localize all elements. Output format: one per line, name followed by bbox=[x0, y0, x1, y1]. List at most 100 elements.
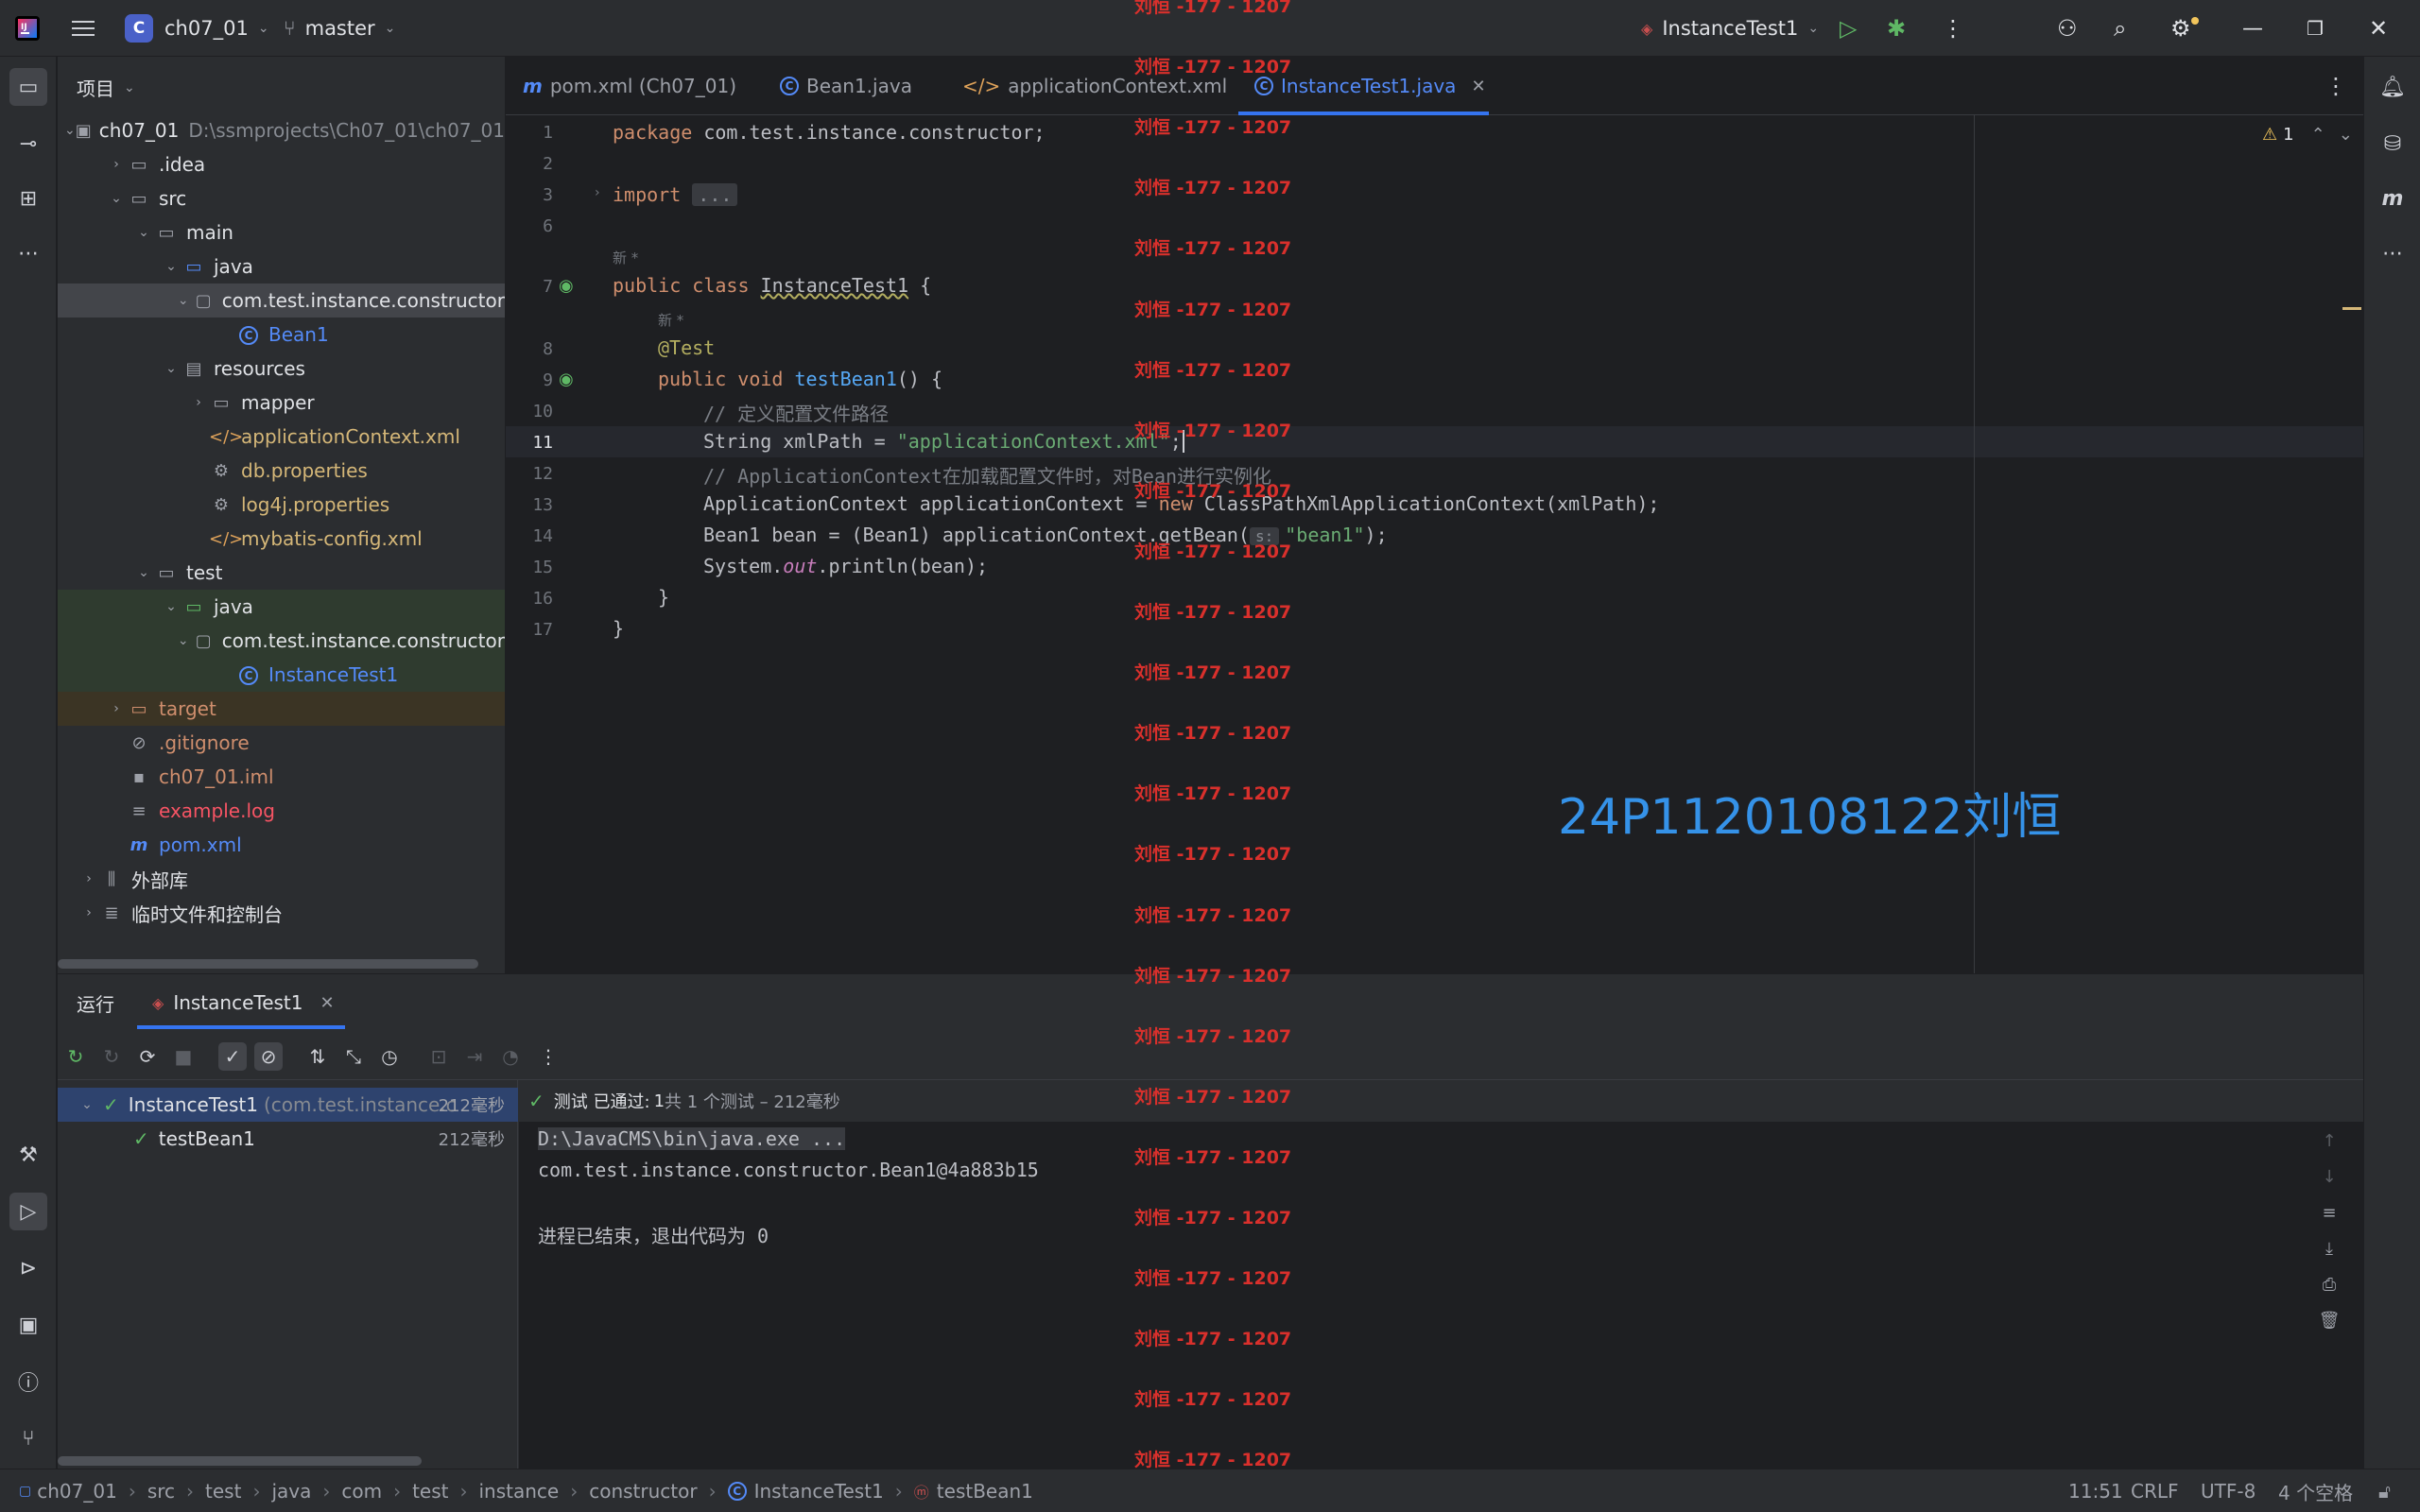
tree-item[interactable]: › ▭ .idea bbox=[58, 147, 505, 181]
soft-wrap-icon[interactable]: ≡ bbox=[2315, 1203, 2343, 1223]
coverage-button[interactable]: ◔ bbox=[496, 1042, 525, 1071]
tree-item[interactable]: ⊘ .gitignore bbox=[58, 726, 505, 760]
horizontal-scrollbar[interactable] bbox=[58, 959, 478, 969]
code-line-1[interactable]: package com.test.instance.constructor; bbox=[613, 121, 1046, 144]
print-icon[interactable]: ⎙ bbox=[2315, 1275, 2343, 1295]
tree-item[interactable]: › ▭ mapper bbox=[58, 386, 505, 420]
show-ignored-toggle[interactable]: ⊘ bbox=[254, 1042, 283, 1071]
code-line-7[interactable]: public class InstanceTest1 { bbox=[613, 274, 931, 297]
test-row-child[interactable]: ✓ testBean1 212毫秒 bbox=[58, 1122, 518, 1156]
stop-button[interactable]: ■ bbox=[169, 1042, 198, 1071]
breadcrumb-item[interactable]: constructor bbox=[589, 1480, 697, 1503]
chevron-down-icon[interactable]: ⌄ bbox=[133, 565, 154, 580]
chevron-right-icon[interactable]: › bbox=[78, 871, 99, 886]
close-tab-icon[interactable]: ✕ bbox=[320, 993, 335, 1013]
tree-item[interactable]: ⌄ ▭ java bbox=[58, 590, 505, 624]
chevron-down-icon[interactable]: ⌄ bbox=[174, 633, 193, 648]
maven-icon[interactable]: m bbox=[2374, 180, 2411, 217]
debug-button[interactable]: ✱ bbox=[1887, 0, 1906, 57]
tree-item[interactable]: ⌄ ▢ com.test.instance.constructor bbox=[58, 284, 505, 318]
scroll-down-icon[interactable]: ↓ bbox=[2315, 1167, 2343, 1187]
breadcrumb-item[interactable]: com bbox=[341, 1480, 382, 1503]
run-test-gutter-icon[interactable]: ◉ bbox=[559, 369, 579, 390]
code-line-3[interactable]: import ... bbox=[613, 183, 738, 206]
inspection-widget[interactable]: ⚠ 1 ⌃ ⌄ bbox=[2262, 125, 2353, 145]
trash-icon[interactable]: 🗑︎ bbox=[2315, 1311, 2343, 1331]
indent-setting[interactable]: 4 个空格 bbox=[2278, 1469, 2353, 1512]
tree-item[interactable]: ≡ example.log bbox=[58, 794, 505, 828]
breadcrumb-item[interactable]: instance bbox=[478, 1480, 559, 1503]
restore-button[interactable]: ❐ bbox=[2307, 0, 2324, 57]
code-line-10[interactable]: // 定义配置文件路径 bbox=[703, 399, 889, 426]
chevron-down-icon[interactable]: ⌄ bbox=[174, 293, 193, 308]
commit-tool-icon[interactable]: ⊸ bbox=[9, 125, 47, 163]
git-tool-icon[interactable]: ⑂ bbox=[9, 1419, 47, 1457]
code-line-17[interactable]: } bbox=[613, 617, 624, 640]
tree-item[interactable]: ⌄ ▭ test bbox=[58, 556, 505, 590]
more-tools-icon[interactable]: ⋯ bbox=[9, 234, 47, 272]
tab-bean1-java[interactable]: C Bean1.java bbox=[780, 57, 912, 115]
tree-item[interactable]: C Bean1 bbox=[58, 318, 505, 352]
project-panel-header[interactable]: 项目 ⌄ bbox=[77, 74, 135, 101]
tree-item[interactable]: </> applicationContext.xml bbox=[58, 420, 505, 454]
fold-expand-icon[interactable]: › bbox=[595, 185, 600, 200]
breadcrumb-item[interactable]: java bbox=[271, 1480, 311, 1503]
chevron-down-icon[interactable]: ⌄ bbox=[161, 259, 182, 274]
history-button[interactable]: ◷ bbox=[375, 1042, 404, 1071]
caret-position[interactable]: 11:51 bbox=[2068, 1469, 2123, 1512]
tree-item[interactable]: › ▭ target bbox=[58, 692, 505, 726]
collapse-button[interactable]: ⤡ bbox=[339, 1042, 368, 1071]
chevron-right-icon[interactable]: › bbox=[106, 157, 127, 172]
console-line[interactable]: D:\JavaCMS\bin\java.exe ... bbox=[538, 1127, 846, 1150]
close-tab-icon[interactable]: ✕ bbox=[1471, 77, 1485, 96]
more-actions-button[interactable]: ⋮ bbox=[1942, 0, 1964, 57]
tree-item[interactable]: ⌄ ▣ ch07_01 D:\ssmprojects\Ch07_01\ch07_01 bbox=[58, 113, 505, 147]
scroll-up-icon[interactable]: ↑ bbox=[2315, 1131, 2343, 1151]
chevron-right-icon[interactable]: › bbox=[78, 905, 99, 920]
rerun-failed-button[interactable]: ↻ bbox=[97, 1042, 126, 1071]
search-button[interactable]: ⌕ bbox=[2114, 0, 2126, 57]
project-selector[interactable]: C ch07_01 ⌄ bbox=[125, 0, 269, 57]
toggle-auto-test-button[interactable]: ⟳ bbox=[133, 1042, 162, 1071]
test-row-root[interactable]: ⌄ ✓ InstanceTest1 (com.test.instance.c 2… bbox=[58, 1088, 518, 1122]
tree-item[interactable]: ⌄ ▭ main bbox=[58, 215, 505, 249]
tree-item[interactable]: ⚙ db.properties bbox=[58, 454, 505, 488]
chevron-down-icon[interactable]: ⌄ bbox=[161, 599, 182, 614]
tab-pom-xml[interactable]: m pom.xml (Ch07_01) bbox=[523, 57, 736, 115]
run-tab-instance-test1[interactable]: ◈ InstanceTest1 ✕ bbox=[152, 974, 335, 1031]
console-line[interactable]: com.test.instance.constructor.Bean1@4a88… bbox=[538, 1159, 1039, 1181]
code-line-11[interactable]: String xmlPath = "applicationContext.xml… bbox=[703, 430, 1184, 453]
breadcrumb-item[interactable]: test bbox=[412, 1480, 448, 1503]
sort-button[interactable]: ⇅ bbox=[303, 1042, 332, 1071]
line-ending[interactable]: CRLF bbox=[2131, 1469, 2179, 1512]
file-encoding[interactable]: UTF-8 bbox=[2201, 1469, 2256, 1512]
breadcrumb-item[interactable]: ch07_01 bbox=[37, 1480, 117, 1503]
lock-icon[interactable]: 🔓︎ bbox=[2378, 1469, 2391, 1512]
app-logo-icon[interactable]: IJ bbox=[13, 0, 42, 57]
chevron-right-icon[interactable]: › bbox=[188, 395, 209, 410]
tree-item[interactable]: › ≣ 临时文件和控制台 bbox=[58, 896, 505, 930]
run-config-selector[interactable]: ◈ InstanceTest1 ⌄ bbox=[1641, 0, 1819, 57]
main-menu-button[interactable] bbox=[70, 0, 96, 57]
show-passed-toggle[interactable]: ✓ bbox=[218, 1042, 247, 1071]
code-line-15[interactable]: System.out.println(bean); bbox=[703, 555, 988, 577]
more-tools-icon[interactable]: ⋯ bbox=[2374, 234, 2411, 272]
build-tool-icon[interactable]: ⚒ bbox=[9, 1136, 47, 1174]
breadcrumb-item[interactable]: testBean1 bbox=[937, 1480, 1033, 1503]
vcs-branch-selector[interactable]: ⑂ master ⌄ bbox=[284, 0, 395, 57]
chevron-up-icon[interactable]: ⌃ bbox=[2311, 125, 2325, 145]
tab-actions-button[interactable]: ⋮ bbox=[2325, 57, 2347, 115]
tree-item[interactable]: </> mybatis-config.xml bbox=[58, 522, 505, 556]
chevron-right-icon[interactable]: › bbox=[106, 701, 127, 716]
terminal-tool-icon[interactable]: ▣ bbox=[9, 1306, 47, 1344]
tree-item[interactable]: m pom.xml bbox=[58, 828, 505, 862]
database-icon[interactable]: ⛁ bbox=[2374, 125, 2411, 163]
minimize-button[interactable]: — bbox=[2242, 0, 2263, 57]
code-line-8[interactable]: @Test bbox=[658, 336, 715, 359]
run-test-gutter-icon[interactable]: ◉ bbox=[559, 276, 579, 297]
run-tool-icon[interactable]: ▷ bbox=[9, 1193, 47, 1230]
chevron-down-icon[interactable]: ⌄ bbox=[133, 225, 154, 240]
breadcrumb-item[interactable]: src bbox=[147, 1480, 175, 1503]
screenshot-button[interactable]: ⊡ bbox=[424, 1042, 453, 1071]
close-window-button[interactable]: ✕ bbox=[2369, 0, 2388, 57]
